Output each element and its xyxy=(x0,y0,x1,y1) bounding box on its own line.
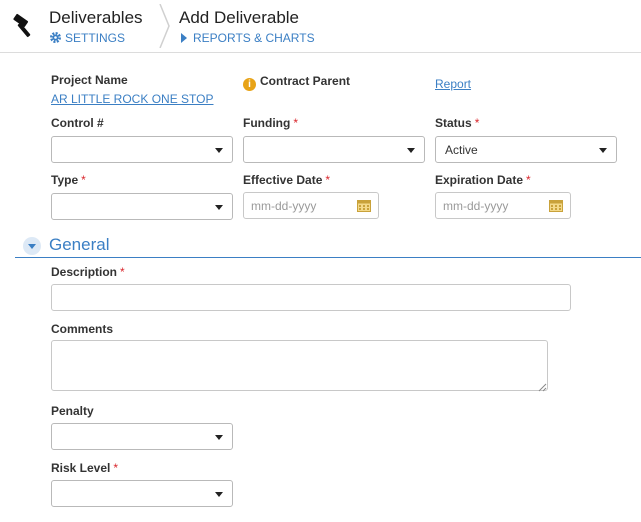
chevron-down-icon xyxy=(215,435,223,440)
gear-icon xyxy=(49,31,62,47)
hammer-icon xyxy=(11,12,39,40)
general-section-toggle[interactable] xyxy=(23,237,41,255)
contract-parent-label: Contract Parent xyxy=(260,74,351,88)
description-label: Description * xyxy=(51,265,125,279)
comments-label: Comments xyxy=(51,322,114,336)
page-title: Add Deliverable xyxy=(179,8,300,27)
app-header: Deliverables SETTINGS Add Deliverable RE… xyxy=(0,0,641,53)
risk-level-select[interactable] xyxy=(51,480,233,507)
required-marker: * xyxy=(474,116,480,130)
type-label: Type * xyxy=(51,173,86,187)
type-select[interactable] xyxy=(51,193,233,220)
report-link[interactable]: Report xyxy=(435,77,471,91)
settings-label: SETTINGS xyxy=(65,31,126,45)
caret-right-icon xyxy=(181,33,187,43)
effective-date-placeholder: mm-dd-yyyy xyxy=(251,199,317,213)
description-input[interactable] xyxy=(51,284,571,311)
funding-label: Funding * xyxy=(243,116,298,130)
expiration-date-placeholder: mm-dd-yyyy xyxy=(443,199,509,213)
control-select[interactable] xyxy=(51,136,233,163)
funding-select[interactable] xyxy=(243,136,425,163)
contract-parent: i Contract Parent xyxy=(243,72,350,91)
chevron-down-icon xyxy=(599,148,607,153)
project-name-label: Project Name xyxy=(51,73,128,87)
penalty-label: Penalty xyxy=(51,404,94,418)
risk-level-label: Risk Level * xyxy=(51,461,119,475)
control-label: Control # xyxy=(51,116,104,130)
required-marker: * xyxy=(325,173,331,187)
comments-textarea[interactable] xyxy=(51,340,548,391)
project-name-link[interactable]: AR LITTLE ROCK ONE STOP xyxy=(51,92,213,106)
status-value: Active xyxy=(445,143,478,157)
settings-link[interactable]: SETTINGS xyxy=(49,31,125,47)
chevron-down-icon xyxy=(215,492,223,497)
required-marker: * xyxy=(81,173,86,187)
reports-charts-link[interactable]: REPORTS & CHARTS xyxy=(181,31,315,45)
module-title: Deliverables xyxy=(49,8,143,27)
required-marker: * xyxy=(113,461,119,475)
effective-date-input[interactable]: mm-dd-yyyy xyxy=(243,192,379,219)
chevron-down-icon xyxy=(407,148,415,153)
status-label: Status * xyxy=(435,116,480,130)
breadcrumb-separator xyxy=(158,3,172,49)
chevron-down-icon xyxy=(215,205,223,210)
chevron-down-icon xyxy=(28,244,36,249)
required-marker: * xyxy=(526,173,531,187)
general-section-title[interactable]: General xyxy=(49,235,109,255)
expiration-date-label: Expiration Date * xyxy=(435,173,531,187)
calendar-icon[interactable] xyxy=(549,199,563,215)
calendar-icon[interactable] xyxy=(357,199,371,215)
required-marker: * xyxy=(293,116,298,130)
status-select[interactable]: Active xyxy=(435,136,617,163)
info-icon: i xyxy=(243,78,256,91)
penalty-select[interactable] xyxy=(51,423,233,450)
effective-date-label: Effective Date * xyxy=(243,173,331,187)
chevron-down-icon xyxy=(215,148,223,153)
section-divider xyxy=(15,257,641,258)
required-marker: * xyxy=(120,265,125,279)
resize-handle[interactable] xyxy=(537,379,547,392)
expiration-date-input[interactable]: mm-dd-yyyy xyxy=(435,192,571,219)
reports-charts-label: REPORTS & CHARTS xyxy=(193,31,315,45)
